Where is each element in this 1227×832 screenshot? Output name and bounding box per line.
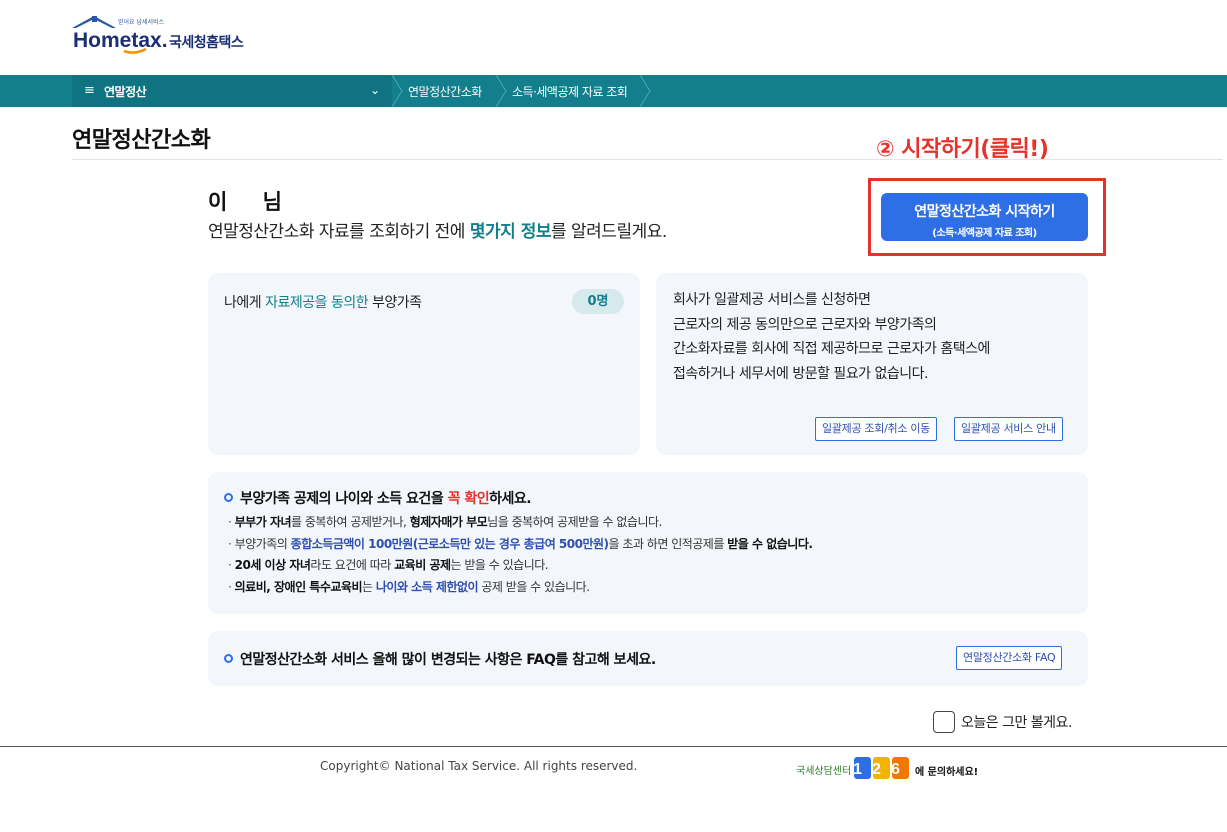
svg-text:믿어요 납세서비스: 믿어요 납세서비스 <box>118 18 165 26</box>
call-center-number-icon: 126 <box>854 757 909 779</box>
start-button-sublabel: (소득·세액공제 자료 조회) <box>932 228 1037 239</box>
breadcrumb-item-inquiry[interactable]: 소득·세액공제 자료 조회 <box>512 83 628 100</box>
faq-card: 연말정산간소화 서비스 올해 많이 변경되는 사항은 FAQ를 참고해 보세요.… <box>208 631 1088 686</box>
start-simplified-button[interactable]: 연말정산간소화 시작하기 (소득·세액공제 자료 조회) <box>881 193 1088 241</box>
breadcrumb-item-simplified[interactable]: 연말정산간소화 <box>408 83 482 100</box>
dont-show-today-label[interactable]: 오늘은 그만 볼게요. <box>961 712 1072 732</box>
start-button-label: 연말정산간소화 시작하기 <box>914 204 1055 220</box>
requirements-heading: 부양가족 공제의 나이와 소득 요건을 꼭 확인하세요. <box>240 491 532 507</box>
chevron-down-icon[interactable]: ⌄ <box>370 83 380 97</box>
svg-text:Hometax.: Hometax. <box>73 29 168 52</box>
breadcrumb-separator-icon <box>495 75 507 107</box>
list-item: 부부가 자녀를 중복하여 공제받거나, 형제자매가 부모님을 중복하여 공제받을… <box>228 514 812 536</box>
nav-menu-title[interactable]: 연말정산 <box>104 83 147 100</box>
dependent-requirements-card: 부양가족 공제의 나이와 소득 요건을 꼭 확인하세요. 부부가 자녀를 중복하… <box>208 472 1088 614</box>
list-item: 20세 이상 자녀라도 요건에 따라 교육비 공제는 받을 수 있습니다. <box>228 557 812 579</box>
call-center-suffix: 에 문의하세요! <box>915 767 979 778</box>
dependents-card: 나에게 자료제공을 동의한 부양가족 0명 <box>208 273 640 455</box>
bulk-service-guide-button[interactable]: 일괄제공 서비스 안내 <box>954 417 1063 441</box>
bulk-query-cancel-button[interactable]: 일괄제공 조회/취소 이동 <box>815 417 937 441</box>
bullet-ring-icon <box>224 654 233 663</box>
click-annotation: ② 시작하기(클릭!) <box>876 137 1049 162</box>
hometax-logo[interactable]: 믿어요 납세서비스 Hometax. <box>72 14 172 54</box>
page-title: 연말정산간소화 <box>72 128 211 153</box>
dependents-label: 나에게 자료제공을 동의한 부양가족 <box>224 295 422 311</box>
requirements-list: 부부가 자녀를 중복하여 공제받거나, 형제자매가 부모님을 중복하여 공제받을… <box>228 514 813 601</box>
intro-text: 연말정산간소화 자료를 조회하기 전에 몇가지 정보를 알려드릴게요. <box>208 222 667 242</box>
bullet-ring-icon <box>224 493 233 502</box>
logo-korean-text: 국세청홈택스 <box>169 35 244 51</box>
house-icon: 믿어요 납세서비스 Hometax. <box>72 16 168 54</box>
breadcrumb-separator-icon <box>639 75 651 107</box>
site-header: 믿어요 납세서비스 Hometax. 국세청홈택스 <box>0 0 1227 75</box>
svg-text:126: 126 <box>854 761 909 778</box>
faq-button[interactable]: 연말정산간소화 FAQ <box>956 646 1063 670</box>
breadcrumb-separator-icon <box>391 75 403 107</box>
call-center-label: 국세상담센터 <box>796 766 852 777</box>
hamburger-icon[interactable]: ≡ <box>84 83 95 98</box>
user-greeting: 이 님 <box>208 190 282 214</box>
faq-text: 연말정산간소화 서비스 올해 많이 변경되는 사항은 FAQ를 참고해 보세요. <box>240 652 656 668</box>
copyright-text: Copyright© National Tax Service. All rig… <box>320 759 638 773</box>
dependents-count-badge: 0명 <box>572 289 624 314</box>
title-divider <box>72 159 1223 160</box>
bulk-provision-card: 회사가 일괄제공 서비스를 신청하면 근로자의 제공 동의만으로 근로자와 부양… <box>656 273 1088 455</box>
nav-bar: ≡ 연말정산 ⌄ 연말정산간소화 소득·세액공제 자료 조회 <box>0 75 1227 107</box>
bulk-provision-text: 회사가 일괄제공 서비스를 신청하면 근로자의 제공 동의만으로 근로자와 부양… <box>673 292 990 382</box>
list-item: 부양가족의 종합소득금액이 100만원(근로소득만 있는 경우 총급여 500만… <box>228 536 813 558</box>
list-item: 의료비, 장애인 특수교육비는 나이와 소득 제한없이 공제 받을 수 있습니다… <box>228 579 812 601</box>
footer-divider <box>0 746 1227 747</box>
dont-show-today-checkbox[interactable] <box>933 711 955 733</box>
